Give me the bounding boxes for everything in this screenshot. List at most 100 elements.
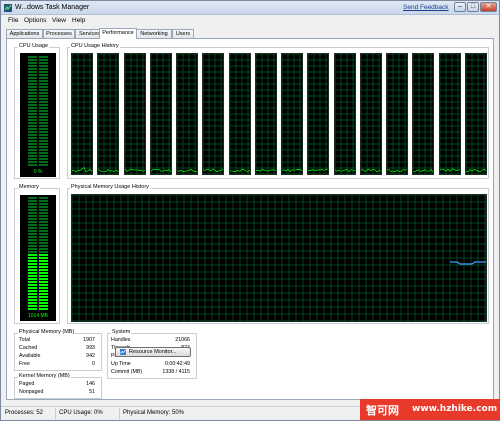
tab-networking[interactable]: Networking (136, 29, 172, 38)
cpu-meter-segment (28, 65, 37, 67)
title-bar[interactable]: W...dows Task Manager Send Feedback – □ … (1, 1, 499, 15)
memory-meter-segment (39, 305, 48, 307)
memory-meter-segment (28, 221, 37, 223)
cpu-core-plot (335, 54, 355, 174)
memory-meter-segment (39, 203, 48, 205)
pm-total-value: 1907 (67, 337, 95, 343)
menu-options[interactable]: Options (24, 17, 46, 24)
cpu-usage-label: CPU Usage (18, 43, 49, 49)
memory-meter-segment (28, 269, 37, 271)
cpu-meter-segment (39, 143, 48, 145)
memory-meter-segment (39, 218, 48, 220)
cpu-meter-segment (28, 140, 37, 142)
cpu-meter-segment (28, 146, 37, 148)
cpu-usage-line (282, 169, 302, 172)
cpu-meter-segment (28, 71, 37, 73)
cpu-meter-segment (39, 110, 48, 112)
cpu-meter-segment (28, 113, 37, 115)
menu-help[interactable]: Help (72, 17, 85, 24)
sys-uptime-value: 0:00:42:49 (157, 361, 190, 367)
memory-meter-segment (39, 299, 48, 301)
cpu-meter-segment (28, 128, 37, 130)
cpu-usage-line (335, 169, 355, 171)
memory-meter-segment (28, 266, 37, 268)
minimize-button[interactable]: – (454, 2, 466, 12)
close-button[interactable]: ✕ (480, 2, 497, 12)
memory-meter-segment (28, 263, 37, 265)
memory-meter-segment (39, 224, 48, 226)
menu-file[interactable]: File (8, 17, 18, 24)
tab-performance[interactable]: Performance (99, 28, 137, 39)
cpu-core-plot (203, 54, 223, 174)
pm-free-value: 0 (67, 361, 95, 367)
physical-memory-title: Physical Memory (MB) (18, 329, 75, 335)
status-physical-memory: Physical Memory: 50% (123, 410, 184, 416)
cpu-core-graph (360, 53, 382, 175)
cpu-meter-segment (39, 119, 48, 121)
cpu-core-graph (334, 53, 356, 175)
performance-panel: CPU Usage 0 % CPU Usage History Memory 1… (6, 38, 494, 400)
cpu-meter-segment (28, 149, 37, 151)
menu-view[interactable]: View (52, 17, 66, 24)
memory-meter-segment (39, 230, 48, 232)
resource-monitor-button[interactable]: Resource Monitor... (115, 347, 191, 357)
cpu-meter-segment (39, 89, 48, 91)
cpu-core-plot (308, 54, 328, 174)
cpu-meter-segment (39, 125, 48, 127)
cpu-meter-segment (39, 155, 48, 157)
status-cpu-usage: CPU Usage: 0% (59, 410, 103, 416)
memory-meter: 1014 MB (20, 195, 56, 321)
pm-total-label: Total (19, 337, 30, 343)
cpu-meter-segment (39, 146, 48, 148)
memory-meter-segment (39, 293, 48, 295)
maximize-button[interactable]: □ (467, 2, 479, 12)
window-title: W...dows Task Manager (15, 4, 89, 11)
memory-meter-segment (39, 227, 48, 229)
cpu-core-plot (440, 54, 460, 174)
memory-meter-segment (28, 215, 37, 217)
memory-history-plot (72, 195, 486, 321)
cpu-usage-line (466, 169, 486, 172)
cpu-meter-segment (28, 122, 37, 124)
cpu-usage-line (230, 169, 250, 172)
cpu-core-plot (387, 54, 407, 174)
cpu-meter-segment (39, 65, 48, 67)
cpu-meter-segment (28, 164, 37, 166)
cpu-core-graph (255, 53, 277, 175)
cpu-usage-meter: 0 % (20, 53, 56, 177)
memory-history-label: Physical Memory Usage History (70, 184, 150, 190)
cpu-meter-segment (28, 62, 37, 64)
memory-meter-segment (39, 245, 48, 247)
memory-meter-segment (28, 239, 37, 241)
memory-meter-segment (28, 260, 37, 262)
cpu-history-graphs (71, 53, 487, 177)
memory-meter-segment (28, 281, 37, 283)
pm-available-value: 942 (67, 353, 95, 359)
cpu-meter-segment (39, 77, 48, 79)
cpu-meter-segment (39, 116, 48, 118)
memory-meter-segment (28, 209, 37, 211)
status-separator (55, 408, 56, 419)
cpu-usage-line (413, 169, 433, 172)
kernel-memory-title: Kernel Memory (MB) (18, 373, 71, 379)
memory-meter-segment (39, 275, 48, 277)
send-feedback-link[interactable]: Send Feedback (403, 4, 449, 11)
cpu-meter-bars (20, 53, 56, 177)
tab-processes[interactable]: Processes (43, 29, 75, 38)
cpu-meter-segment (39, 137, 48, 139)
cpu-core-graph (176, 53, 198, 175)
cpu-usage-line (203, 169, 223, 172)
memory-meter-segment (28, 242, 37, 244)
cpu-core-graph (439, 53, 461, 175)
tab-applications[interactable]: Applications (6, 29, 43, 38)
cpu-meter-segment (28, 80, 37, 82)
memory-meter-segment (39, 221, 48, 223)
cpu-meter-segment (28, 134, 37, 136)
km-nonpaged-label: Nonpaged (19, 389, 43, 395)
cpu-meter-segment (39, 71, 48, 73)
memory-usage-line (450, 262, 486, 264)
cpu-meter-segment (28, 143, 37, 145)
cpu-core-plot (72, 54, 92, 174)
tab-users[interactable]: Users (172, 29, 194, 38)
sys-uptime-label: Up Time (111, 361, 131, 367)
